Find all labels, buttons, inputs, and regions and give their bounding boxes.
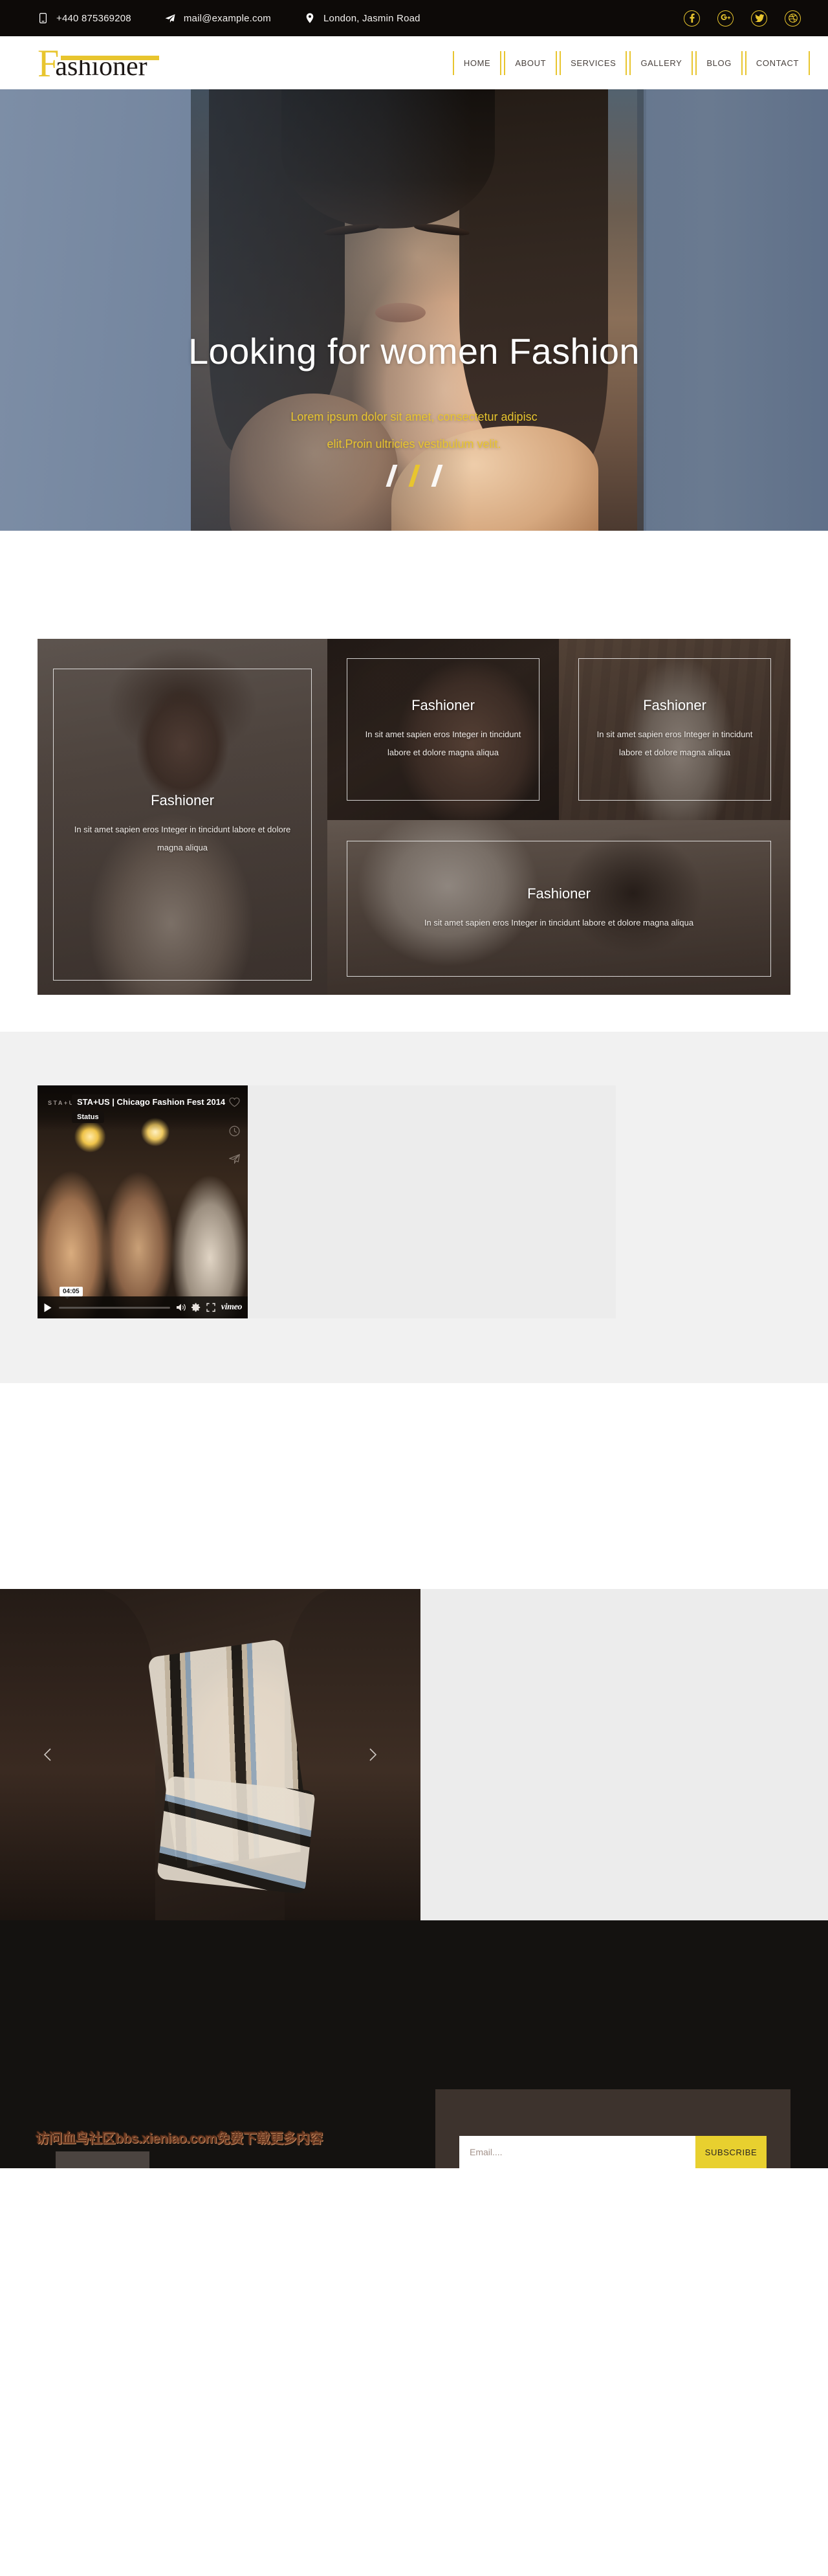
newsletter-panel: SUBSCRIBE <box>435 2089 790 2168</box>
nav-divider <box>626 50 627 75</box>
gallery-tile-text: In sit amet sapien eros Integer in tinci… <box>365 729 521 757</box>
nav-item-services[interactable]: SERVICES <box>561 58 626 68</box>
twitter-icon[interactable] <box>751 10 767 27</box>
image-carousel[interactable] <box>0 1589 420 1920</box>
blank-content-section <box>0 1383 828 1589</box>
email-text: mail@example.com <box>183 12 271 24</box>
page-root: +440 875369208 mail@example.com London, … <box>0 0 828 2168</box>
gallery-tile-frame: Fashioner In sit amet sapien eros Intege… <box>578 658 771 801</box>
gallery-tile-text: In sit amet sapien eros Integer in tinci… <box>424 918 694 928</box>
paper-plane-icon <box>165 12 175 24</box>
hero-subtitle-line-2: elit.Proin ultricies vestibulum velit. <box>327 438 501 451</box>
gallery-tile-title: Fashioner <box>527 885 591 902</box>
gallery-tile[interactable]: Fashioner In sit amet sapien eros Intege… <box>327 639 559 820</box>
gallery-tile-text: In sit amet sapien eros Integer in tinci… <box>596 729 753 757</box>
settings-gear-icon[interactable] <box>191 1303 201 1312</box>
carousel-next-icon[interactable] <box>364 1746 380 1763</box>
video-section-filler-right <box>616 1085 790 1318</box>
fullscreen-icon[interactable] <box>206 1303 215 1312</box>
gallery-tile-text: In sit amet sapien eros Integer in tinci… <box>74 825 291 852</box>
gallery-tile-frame: Fashioner In sit amet sapien eros Intege… <box>53 669 312 981</box>
hero-subtitle: Lorem ipsum dolor sit amet, consectetur … <box>0 403 828 458</box>
hero-slide-indicators <box>0 465 828 487</box>
contact-address[interactable]: London, Jasmin Road <box>305 12 420 24</box>
contact-list: +440 875369208 mail@example.com London, … <box>38 12 420 24</box>
carousel-prev-icon[interactable] <box>40 1746 57 1763</box>
gallery-tile-title: Fashioner <box>643 697 706 714</box>
newsletter-form: SUBSCRIBE <box>459 2136 767 2168</box>
nav-divider <box>500 50 502 75</box>
watermark-block <box>56 2151 149 2168</box>
hero-subtitle-line-1: Lorem ipsum dolor sit amet, consectetur … <box>290 410 538 423</box>
gallery-tile-frame: Fashioner In sit amet sapien eros Intege… <box>347 841 771 977</box>
gallery-section: Fashioner In sit amet sapien eros Intege… <box>0 639 828 995</box>
top-contact-bar: +440 875369208 mail@example.com London, … <box>0 0 828 36</box>
hero-slide-indicator-3[interactable] <box>430 465 443 487</box>
logo-accent-bar <box>61 56 159 61</box>
subscribe-button[interactable]: SUBSCRIBE <box>695 2136 767 2168</box>
like-heart-icon[interactable] <box>229 1097 240 1108</box>
site-header: F ashioner HOME ABOUT SERVICES GALLERY B… <box>0 36 828 89</box>
nav-item-blog[interactable]: BLOG <box>697 58 741 68</box>
nav-divider <box>692 50 693 75</box>
volume-icon[interactable] <box>176 1303 186 1312</box>
hero-slider: Looking for women Fashion Lorem ipsum do… <box>0 89 828 531</box>
video-section-filler <box>248 1085 616 1318</box>
facebook-icon[interactable] <box>684 10 700 27</box>
nav-divider <box>809 50 810 75</box>
section-spacer <box>0 531 828 639</box>
social-links <box>684 10 806 27</box>
dribbble-icon[interactable] <box>785 10 801 27</box>
gallery-tile[interactable]: Fashioner In sit amet sapien eros Intege… <box>559 639 790 820</box>
phone-icon <box>38 12 48 24</box>
carousel-side-panel <box>420 1589 828 1920</box>
site-logo[interactable]: F ashioner <box>38 44 159 83</box>
gallery-tile-title: Fashioner <box>411 697 475 714</box>
nav-divider <box>741 50 743 75</box>
gallery-tile-frame: Fashioner In sit amet sapien eros Intege… <box>347 658 539 801</box>
contact-phone[interactable]: +440 875369208 <box>38 12 131 24</box>
watch-later-clock-icon[interactable] <box>229 1126 240 1137</box>
contact-email[interactable]: mail@example.com <box>165 12 271 24</box>
gallery-tile-title: Fashioner <box>151 792 214 809</box>
hero-slide-indicator-1[interactable] <box>385 465 398 487</box>
video-side-actions <box>229 1097 240 1165</box>
hero-content: Looking for women Fashion Lorem ipsum do… <box>0 330 828 458</box>
email-input[interactable] <box>459 2136 695 2168</box>
site-footer: 访问血鸟社区bbs.xieniao.com免费下载更多内容 SUBSCRIBE <box>0 1920 828 2168</box>
main-navigation: HOME ABOUT SERVICES GALLERY BLOG CONTACT <box>452 50 810 75</box>
nav-item-home[interactable]: HOME <box>454 58 500 68</box>
nav-item-gallery[interactable]: GALLERY <box>631 58 692 68</box>
video-player[interactable]: STA+US STA+US | Chicago Fashion Fest 201… <box>38 1085 248 1318</box>
video-time-tooltip: 04:05 <box>60 1287 83 1299</box>
vimeo-logo[interactable]: vimeo <box>221 1302 243 1313</box>
address-text: London, Jasmin Road <box>323 12 420 24</box>
video-title[interactable]: STA+US | Chicago Fashion Fest 2014 <box>72 1094 231 1109</box>
map-pin-icon <box>305 12 315 24</box>
nav-divider <box>556 50 558 75</box>
watermark-text: 访问血鸟社区bbs.xieniao.com免费下载更多内容 <box>36 2131 323 2146</box>
video-controls: vimeo <box>38 1296 248 1318</box>
hero-slide-indicator-2[interactable] <box>408 465 420 487</box>
nav-item-about[interactable]: ABOUT <box>505 58 556 68</box>
play-button[interactable] <box>43 1303 52 1313</box>
hero-title: Looking for women Fashion <box>188 331 640 372</box>
gallery-tile[interactable]: Fashioner In sit amet sapien eros Intege… <box>38 639 327 995</box>
gallery-grid: Fashioner In sit amet sapien eros Intege… <box>38 639 790 995</box>
video-channel[interactable]: Status <box>72 1111 104 1123</box>
video-control-icons: vimeo <box>176 1302 243 1313</box>
phone-text: +440 875369208 <box>56 12 131 24</box>
nav-item-contact[interactable]: CONTACT <box>746 58 809 68</box>
gallery-tile[interactable]: Fashioner In sit amet sapien eros Intege… <box>327 820 790 995</box>
share-icon[interactable] <box>229 1154 240 1165</box>
image-carousel-section <box>0 1589 828 1920</box>
progress-bar[interactable] <box>59 1306 170 1309</box>
video-section: STA+US STA+US | Chicago Fashion Fest 201… <box>0 1032 828 1383</box>
google-plus-icon[interactable] <box>717 10 734 27</box>
